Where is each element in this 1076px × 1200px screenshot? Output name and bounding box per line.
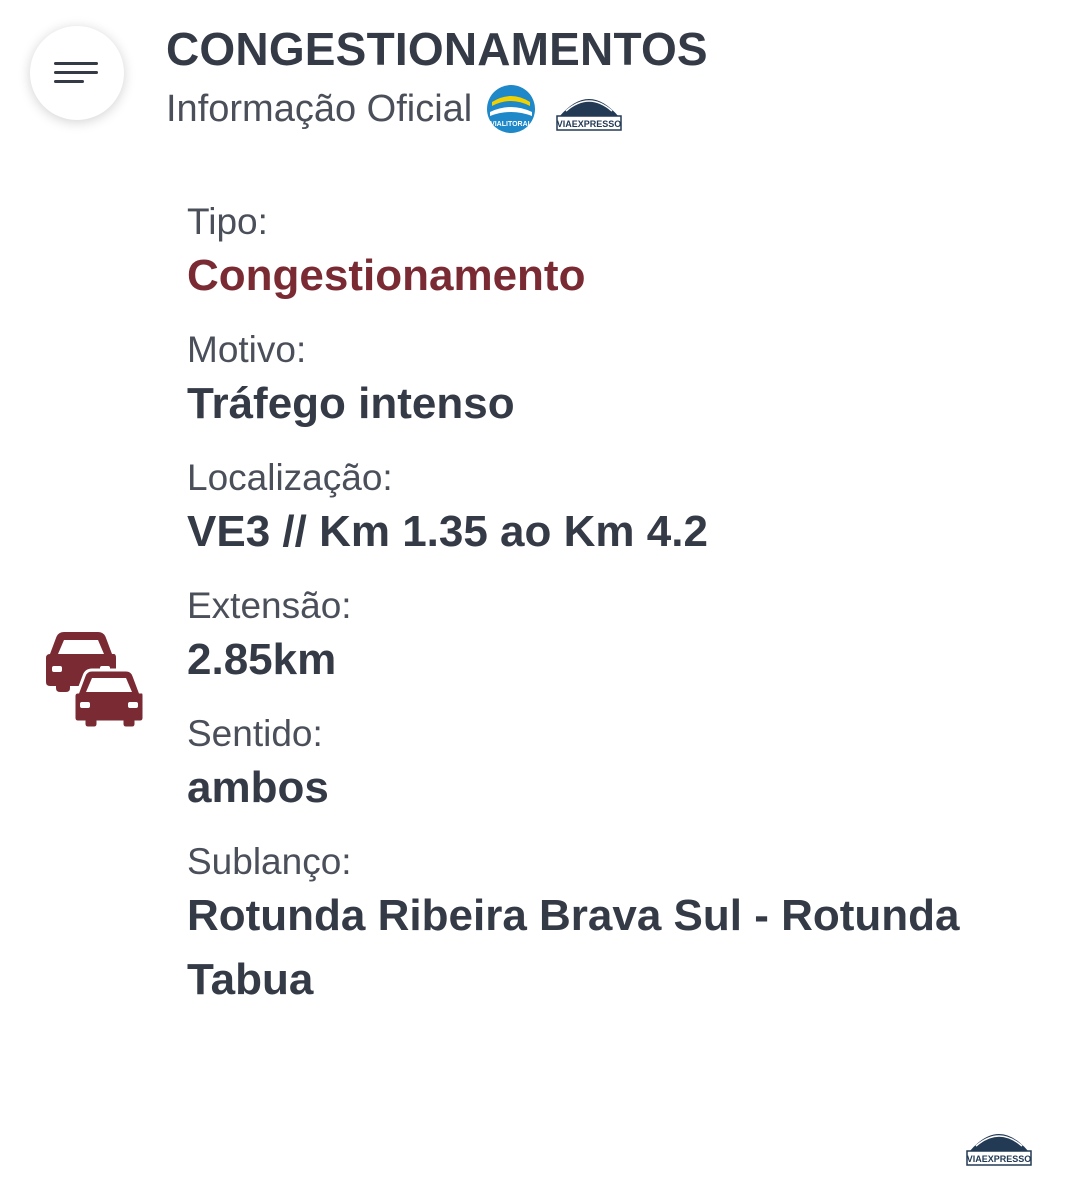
motivo-label: Motivo: (187, 329, 307, 370)
hamburger-menu-icon (54, 62, 98, 83)
viaexpresso-logo-text: VIAEXPRESSO (557, 119, 622, 129)
viaexpresso-logo: VIAEXPRESSO (556, 99, 622, 131)
extensao-label: Extensão: (187, 585, 352, 626)
subtitle: Informação Oficial (166, 87, 473, 130)
tipo-label: Tipo: (187, 201, 268, 242)
page-title: CONGESTIONAMENTOS (166, 23, 708, 75)
localizacao-label: Localização: (187, 457, 393, 498)
vialitoral-logo-text: VIALITORAL (490, 121, 533, 128)
extensao-value: 2.85km (187, 635, 337, 684)
incident-details: Tipo: Congestionamento Motivo: Tráfego i… (187, 200, 1047, 1032)
vialitoral-logo: VIALITORAL (487, 85, 536, 133)
cars-traffic-icon (46, 632, 144, 728)
sublanco-label: Sublanço: (187, 841, 352, 882)
header-subtitle-row: Informação Oficial VIALITORAL VIAEXPRESS… (166, 84, 622, 134)
menu-button[interactable] (30, 26, 124, 120)
tipo-value: Congestionamento (187, 251, 586, 300)
viaexpresso-footer-logo: VIAEXPRESSO (966, 1134, 1032, 1166)
sublanco-value: Rotunda Ribeira Brava Sul - Rotunda Tabu… (187, 891, 960, 1004)
sentido-value: ambos (187, 763, 329, 812)
localizacao-value: VE3 // Km 1.35 ao Km 4.2 (187, 507, 708, 556)
sentido-label: Sentido: (187, 713, 323, 754)
motivo-value: Tráfego intenso (187, 379, 515, 428)
footer-logo-text: VIAEXPRESSO (967, 1154, 1032, 1164)
